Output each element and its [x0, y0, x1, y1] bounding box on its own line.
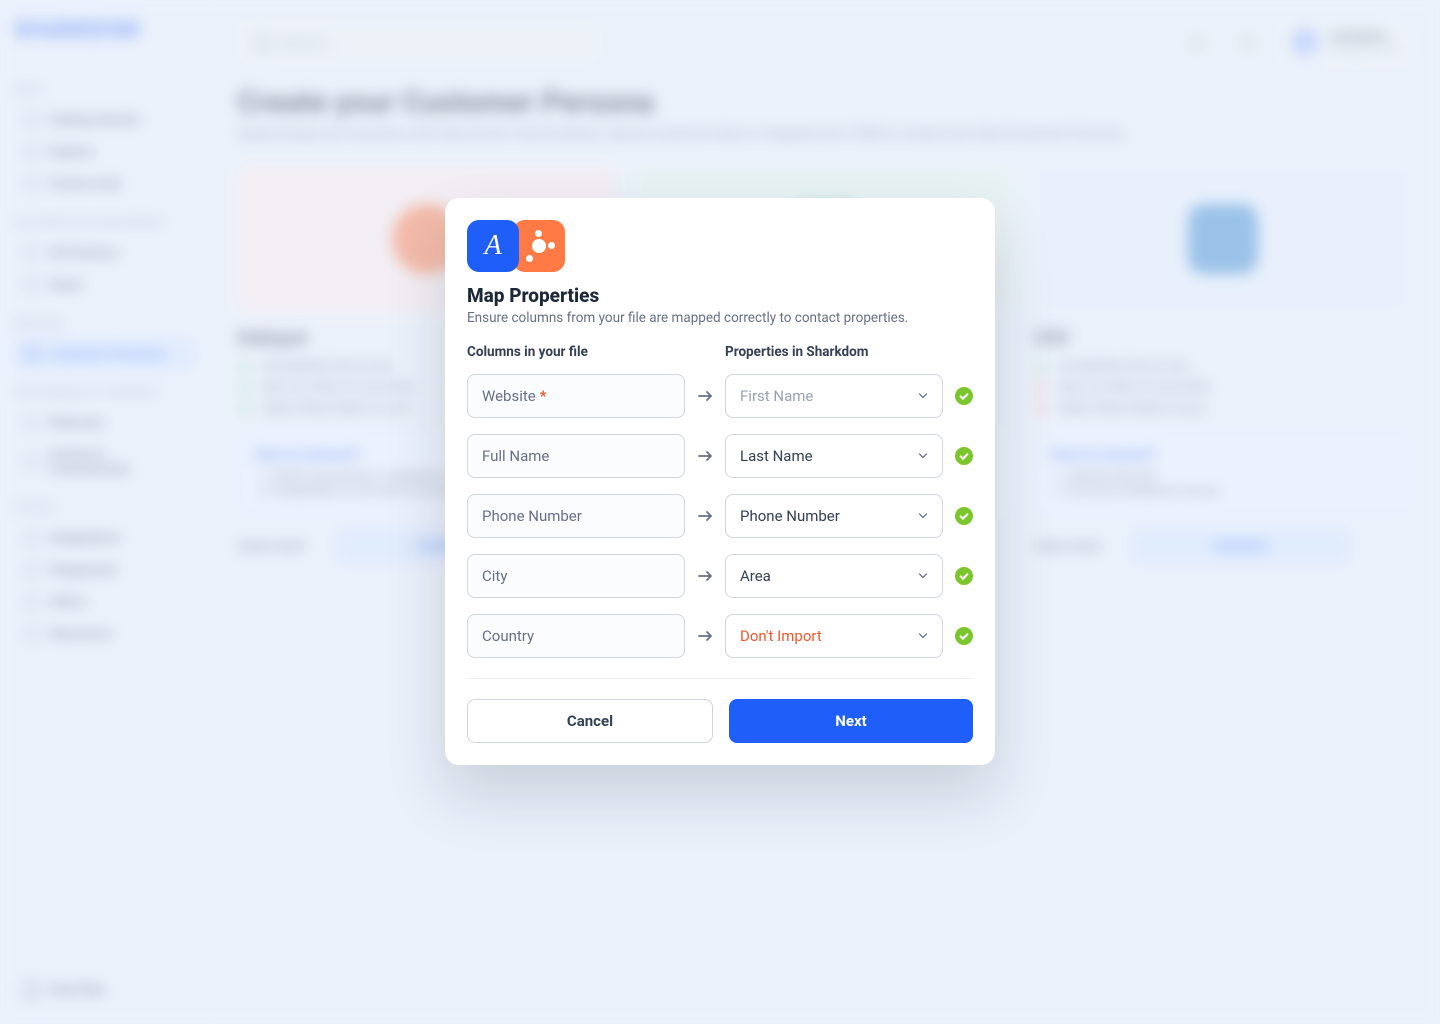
- columns-header: Columns in your file: [467, 344, 685, 360]
- property-select[interactable]: Area: [725, 554, 943, 598]
- property-value: Phone Number: [740, 507, 840, 525]
- modal-divider: [467, 678, 973, 679]
- arrow-right-icon: [695, 626, 715, 646]
- map-arrow: [685, 506, 725, 526]
- map-arrow: [685, 566, 725, 586]
- mapping-status: [943, 627, 973, 645]
- check-circle-icon: [955, 447, 973, 465]
- mapping-status: [943, 447, 973, 465]
- cancel-button[interactable]: Cancel: [467, 699, 713, 743]
- check-circle-icon: [955, 567, 973, 585]
- next-button[interactable]: Next: [729, 699, 973, 743]
- arrow-right-icon: [695, 566, 715, 586]
- file-column-value: Full Name: [482, 447, 549, 465]
- chevron-down-icon: [916, 389, 930, 403]
- properties-header: Properties in Sharkdom: [725, 344, 973, 360]
- check-circle-icon: [955, 507, 973, 525]
- chevron-down-icon: [916, 449, 930, 463]
- file-column-value: City: [482, 567, 507, 585]
- file-column-field[interactable]: Full Name: [467, 434, 685, 478]
- arrow-right-icon: [695, 386, 715, 406]
- mapping-row: Website* First Name: [467, 374, 973, 418]
- mapping-row: Full Name Last Name: [467, 434, 973, 478]
- modal-title: Map Properties: [467, 284, 973, 307]
- modal-subtitle: Ensure columns from your file are mapped…: [467, 310, 973, 326]
- map-arrow: [685, 626, 725, 646]
- mapping-row: City Area: [467, 554, 973, 598]
- mapping-status: [943, 567, 973, 585]
- check-circle-icon: [955, 627, 973, 645]
- file-column-value: Website: [482, 387, 536, 405]
- property-value: First Name: [740, 387, 813, 405]
- mapping-status: [943, 387, 973, 405]
- property-select[interactable]: Phone Number: [725, 494, 943, 538]
- chevron-down-icon: [916, 569, 930, 583]
- file-column-value: Phone Number: [482, 507, 582, 525]
- property-select[interactable]: First Name: [725, 374, 943, 418]
- hubspot-app-icon: [513, 220, 565, 272]
- modal-app-icons: A: [467, 220, 973, 272]
- mapping-row: Phone Number Phone Number: [467, 494, 973, 538]
- map-arrow: [685, 386, 725, 406]
- mapping-row: Country Don't Import: [467, 614, 973, 658]
- required-asterisk-icon: *: [540, 387, 547, 405]
- property-select[interactable]: Don't Import: [725, 614, 943, 658]
- mapping-status: [943, 507, 973, 525]
- file-column-field[interactable]: Country: [467, 614, 685, 658]
- check-circle-icon: [955, 387, 973, 405]
- property-select[interactable]: Last Name: [725, 434, 943, 478]
- sharkdom-app-icon: A: [467, 220, 519, 272]
- file-column-field[interactable]: Phone Number: [467, 494, 685, 538]
- property-value: Last Name: [740, 447, 813, 465]
- chevron-down-icon: [916, 629, 930, 643]
- chevron-down-icon: [916, 509, 930, 523]
- arrow-right-icon: [695, 506, 715, 526]
- arrow-right-icon: [695, 446, 715, 466]
- property-value: Area: [740, 567, 771, 585]
- file-column-field[interactable]: Website*: [467, 374, 685, 418]
- file-column-field[interactable]: City: [467, 554, 685, 598]
- property-value: Don't Import: [740, 627, 822, 645]
- file-column-value: Country: [482, 627, 534, 645]
- map-arrow: [685, 446, 725, 466]
- map-properties-modal: A Map Properties Ensure columns from you…: [445, 198, 995, 765]
